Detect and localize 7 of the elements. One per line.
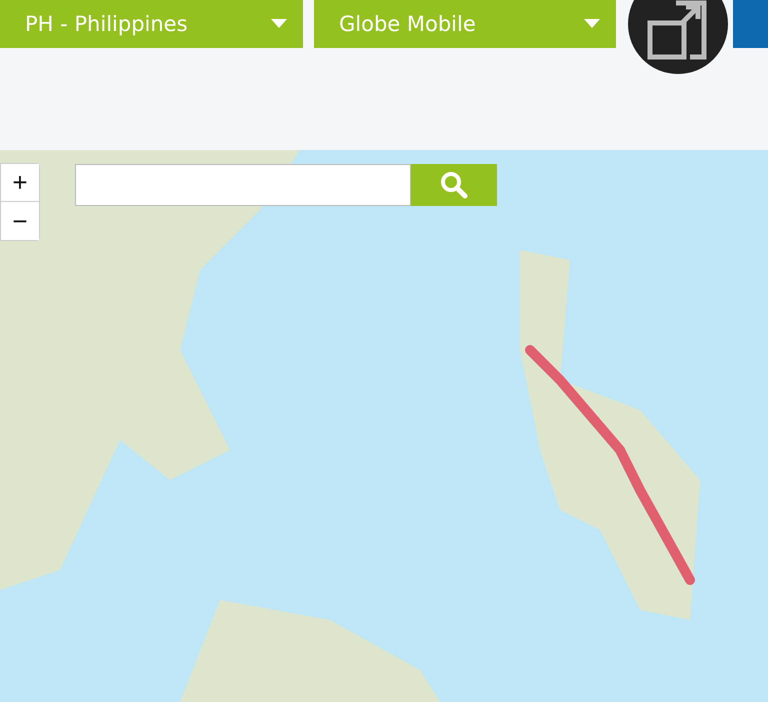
expand-button[interactable] xyxy=(628,0,728,74)
zoom-in-button[interactable]: + xyxy=(1,164,39,202)
search-field[interactable] xyxy=(75,164,411,206)
search-icon xyxy=(440,171,468,199)
caret-icon xyxy=(271,19,287,29)
search-button[interactable] xyxy=(411,164,497,206)
caret-icon xyxy=(584,19,600,29)
